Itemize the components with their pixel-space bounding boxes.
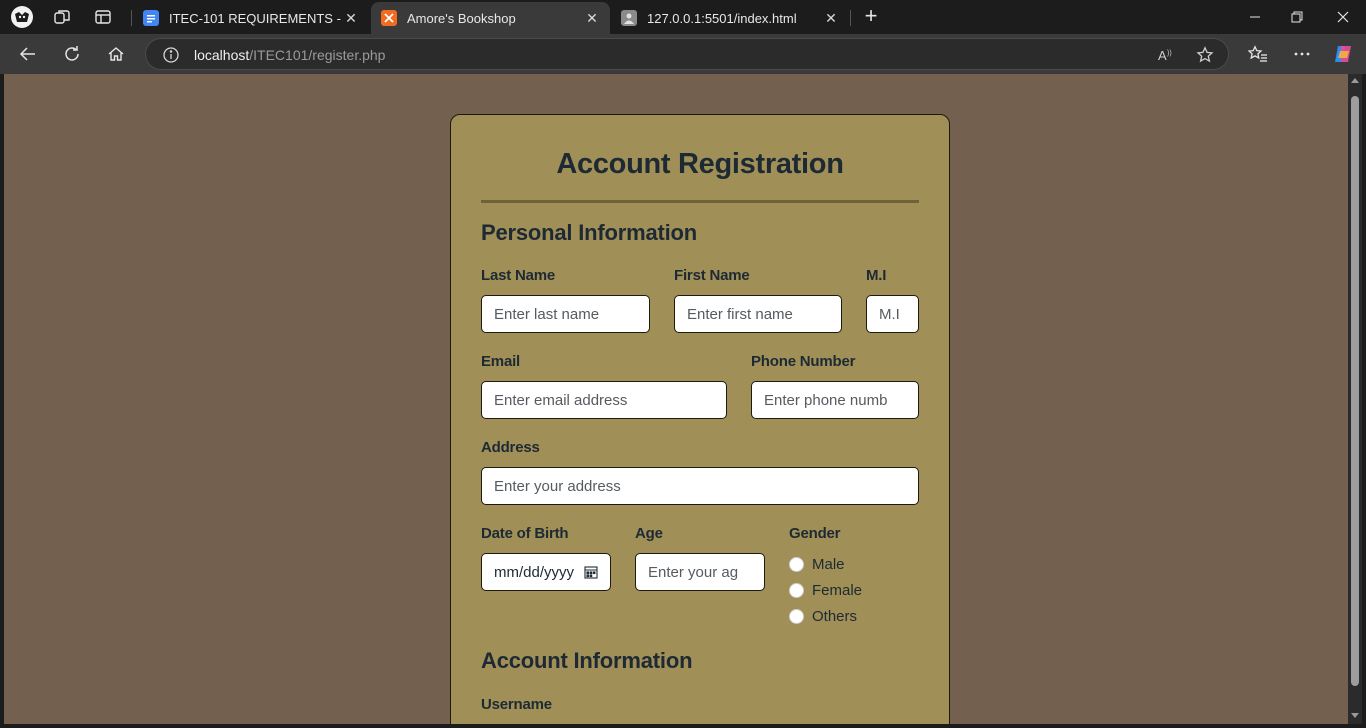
home-button[interactable]: [103, 42, 129, 66]
radio-button[interactable]: [789, 608, 804, 624]
phone-input[interactable]: [751, 381, 919, 419]
minimize-button[interactable]: [1232, 4, 1278, 30]
gender-option-male[interactable]: Male: [789, 554, 845, 574]
username-label: Username: [481, 696, 552, 713]
middle-initial-label: M.I: [866, 267, 887, 284]
email-label: Email: [481, 353, 521, 370]
close-icon[interactable]: ✕: [823, 10, 839, 27]
new-tab-button[interactable]: +: [860, 5, 882, 29]
refresh-button[interactable]: [59, 42, 85, 66]
workspaces-icon[interactable]: [49, 5, 75, 29]
tab-local-index[interactable]: 127.0.0.1:5501/index.html ✕: [611, 2, 849, 34]
tab-amores-bookshop[interactable]: Amore's Bookshop ✕: [371, 2, 610, 34]
scrollbar-thumb[interactable]: [1351, 96, 1359, 686]
xampp-icon: [381, 10, 397, 26]
radio-button[interactable]: [789, 582, 804, 598]
first-name-input[interactable]: [674, 295, 842, 333]
address-input[interactable]: [481, 467, 919, 505]
close-icon[interactable]: ✕: [343, 10, 359, 27]
dob-label: Date of Birth: [481, 525, 569, 542]
dob-input[interactable]: mm/dd/yyyy: [481, 553, 611, 591]
page-thumbnail-icon: [621, 10, 637, 26]
page-scrollbar[interactable]: [1348, 74, 1362, 724]
account-info-heading: Account Information: [481, 648, 693, 673]
scroll-down-icon[interactable]: [1351, 713, 1359, 718]
gender-option-label: Others: [812, 607, 858, 625]
read-aloud-icon[interactable]: A)): [1155, 45, 1177, 65]
address-label: Address: [481, 439, 540, 456]
last-name-input[interactable]: [481, 295, 650, 333]
svg-text:)): )): [1167, 50, 1172, 57]
more-menu-icon[interactable]: [1289, 42, 1315, 66]
gender-label: Gender: [789, 525, 841, 542]
favorites-icon[interactable]: [1245, 42, 1271, 66]
gender-option-label: Male: [812, 555, 845, 573]
personal-info-heading: Personal Information: [481, 220, 698, 245]
middle-initial-input[interactable]: [866, 295, 919, 333]
close-icon[interactable]: ✕: [584, 10, 600, 27]
gender-option-female[interactable]: Female: [789, 580, 862, 600]
last-name-label: Last Name: [481, 267, 556, 284]
email-input[interactable]: [481, 381, 727, 419]
dob-value: mm/dd/yyyy: [494, 563, 575, 581]
back-button[interactable]: [15, 42, 41, 66]
address-bar[interactable]: localhost/ITEC101/register.php A)): [145, 38, 1229, 70]
google-docs-icon: [143, 10, 159, 26]
page-viewport: Account Registration Personal Informatio…: [4, 74, 1348, 724]
first-name-label: First Name: [674, 267, 750, 284]
browser-tab-strip: ITEC-101 REQUIREMENTS - Goog ✕ Amore's B…: [0, 0, 1366, 34]
gender-option-label: Female: [812, 581, 863, 599]
copilot-icon[interactable]: [1330, 42, 1356, 66]
favorite-star-icon[interactable]: [1194, 45, 1216, 65]
vertical-tabs-icon[interactable]: [90, 5, 116, 29]
restore-button[interactable]: [1274, 4, 1320, 30]
age-input[interactable]: [635, 553, 765, 591]
tab-title: 127.0.0.1:5501/index.html: [647, 10, 797, 26]
radio-button[interactable]: [789, 556, 804, 572]
registration-card: Account Registration Personal Informatio…: [450, 114, 950, 724]
tab-itec-requirements[interactable]: ITEC-101 REQUIREMENTS - Goog ✕: [133, 2, 369, 34]
title-divider: [481, 200, 919, 203]
profile-avatar-icon[interactable]: [9, 5, 35, 29]
site-info-icon[interactable]: [162, 46, 180, 69]
age-label: Age: [635, 525, 663, 542]
scroll-up-icon[interactable]: [1351, 78, 1359, 83]
close-window-button[interactable]: [1320, 4, 1366, 30]
browser-toolbar: localhost/ITEC101/register.php A)): [0, 34, 1366, 74]
calendar-icon[interactable]: [584, 565, 598, 579]
tab-title: Amore's Bookshop: [407, 10, 516, 26]
phone-label: Phone Number: [751, 353, 856, 370]
svg-text:A: A: [1158, 48, 1167, 63]
gender-option-others[interactable]: Others: [789, 606, 857, 626]
url-text[interactable]: localhost/ITEC101/register.php: [194, 47, 385, 63]
page-title: Account Registration: [556, 148, 844, 180]
tab-title: ITEC-101 REQUIREMENTS - Goog: [169, 10, 343, 26]
